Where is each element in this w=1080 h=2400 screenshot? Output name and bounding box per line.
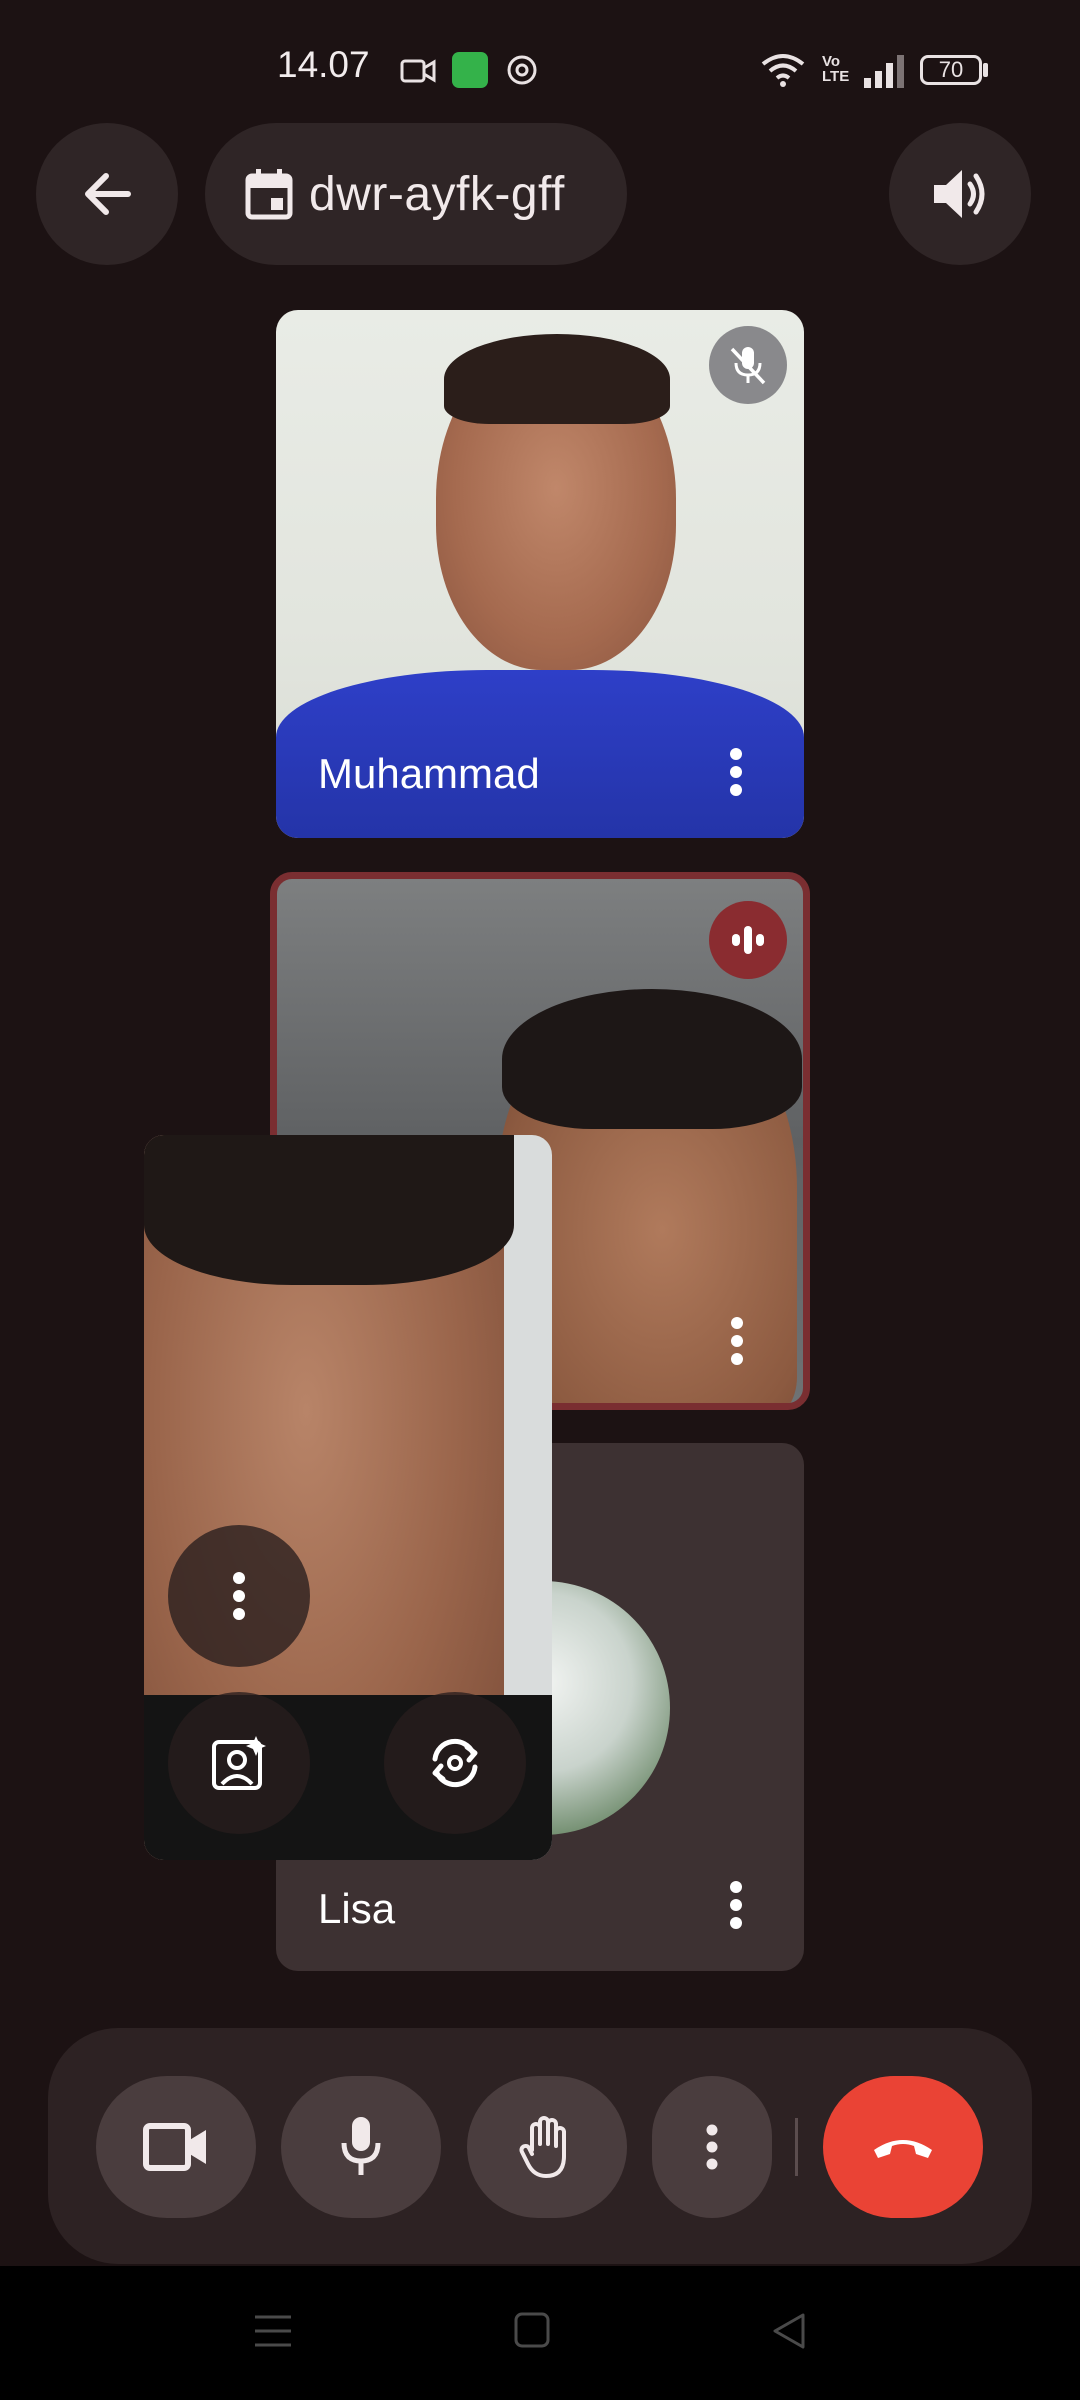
battery-icon: 70 <box>920 55 982 85</box>
raise-hand-button[interactable] <box>467 2076 627 2218</box>
back-nav-icon[interactable] <box>771 2311 807 2351</box>
more-vert-icon <box>731 1317 743 1365</box>
arrow-back-icon <box>85 173 131 215</box>
volte-indicator: Vo LTE <box>822 53 850 85</box>
back-button[interactable] <box>36 123 178 265</box>
mic-icon <box>341 2117 381 2175</box>
speaking-badge <box>709 901 787 979</box>
hand-icon <box>519 2116 566 2178</box>
visual-effects-button[interactable] <box>168 1692 310 1834</box>
videocam-icon <box>143 2123 206 2171</box>
calendar-icon <box>245 169 293 220</box>
self-view-more-button[interactable] <box>168 1525 310 1667</box>
participant-name: Muhammad <box>318 750 540 797</box>
switch-camera-icon <box>432 1738 478 1788</box>
recents-menu-icon[interactable] <box>253 2311 293 2351</box>
participant-options-button[interactable] <box>707 1311 767 1371</box>
more-vert-icon <box>730 1881 742 1929</box>
more-vert-icon <box>730 748 742 796</box>
volume-up-icon <box>934 170 985 218</box>
camera-toggle-button[interactable] <box>96 2076 256 2218</box>
muted-badge <box>709 326 787 404</box>
mic-toggle-button[interactable] <box>281 2076 441 2218</box>
participant-options-button[interactable] <box>706 1875 766 1935</box>
audio-output-button[interactable] <box>889 123 1031 265</box>
mic-off-icon <box>730 347 766 385</box>
meeting-code-pill[interactable]: dwr-ayfk-gff <box>205 123 627 265</box>
leave-call-button[interactable] <box>823 2076 983 2218</box>
more-vert-icon <box>233 1572 245 1620</box>
audio-level-icon <box>732 926 764 954</box>
self-view[interactable] <box>144 1135 552 1860</box>
switch-camera-button[interactable] <box>384 1692 526 1834</box>
controls-divider <box>795 2118 798 2176</box>
system-nav-bar <box>0 2266 1080 2400</box>
more-vert-icon <box>706 2124 718 2170</box>
video-recording-icon <box>400 59 436 83</box>
app-notification-icon <box>452 52 488 88</box>
participant-name: Lisa <box>318 1885 396 1932</box>
status-time: 14.07 <box>277 44 370 85</box>
call-end-icon <box>874 2140 932 2158</box>
more-options-button[interactable] <box>652 2076 772 2218</box>
battery-level: 70 <box>938 57 964 82</box>
wifi-icon <box>761 54 805 87</box>
participant-options-button[interactable] <box>706 742 766 802</box>
meeting-code: dwr-ayfk-gff <box>309 167 565 221</box>
signal-icon <box>864 55 904 88</box>
chrome-icon <box>507 55 537 85</box>
home-icon[interactable] <box>513 2311 551 2349</box>
visual-effects-icon <box>212 1736 266 1790</box>
participant-tile-muhammad[interactable]: Muhammad <box>276 310 804 838</box>
